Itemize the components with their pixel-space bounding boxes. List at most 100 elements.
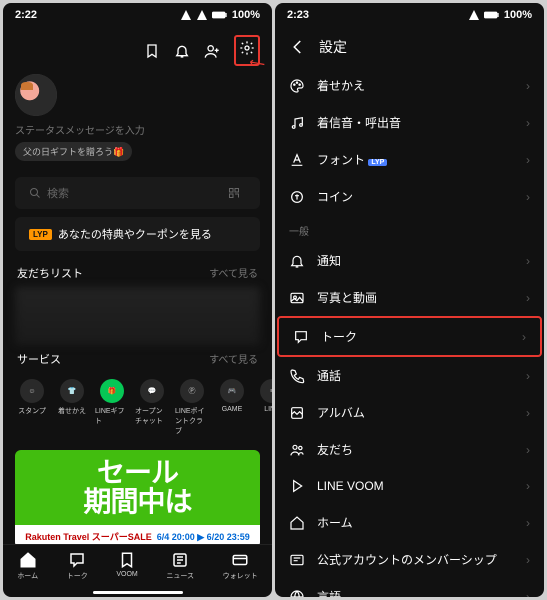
home-icon xyxy=(289,515,305,531)
service-label: オープンチャット xyxy=(135,406,169,426)
home-indicator[interactable] xyxy=(93,591,183,594)
setting-着せかえ[interactable]: 着せかえ › xyxy=(275,67,544,104)
service-3[interactable]: 💬オープンチャット xyxy=(135,379,169,436)
nav-icon xyxy=(19,551,37,569)
setting-label: ホーム xyxy=(317,514,514,531)
setting-ホーム[interactable]: ホーム › xyxy=(275,504,544,541)
setting-友だち[interactable]: 友だち › xyxy=(275,431,544,468)
phone-icon xyxy=(289,368,305,384)
setting-写真と動画[interactable]: 写真と動画 › xyxy=(275,279,544,316)
service-4[interactable]: ⓅLINEポイントクラブ xyxy=(175,379,209,436)
setting-label: コイン xyxy=(317,188,514,205)
settings-group-general: 通知 ›写真と動画 ›トーク ›通話 ›アルバム ›友だち ›LINE VOOM… xyxy=(275,242,544,597)
status-icons: 100% xyxy=(180,9,260,21)
bookmark-icon[interactable] xyxy=(144,43,160,59)
nav-ウォレット[interactable]: ウォレット xyxy=(223,551,258,581)
services-title: サービス xyxy=(17,351,61,367)
setting-label: 着信音・呼出音 xyxy=(317,114,514,131)
nav-ホーム[interactable]: ホーム xyxy=(17,551,38,581)
status-bar: 2:22 100% xyxy=(3,3,272,27)
wifi-icon xyxy=(196,9,208,21)
status-bar: 2:23 100% xyxy=(275,3,544,27)
avatar[interactable] xyxy=(15,74,57,116)
lyp-banner[interactable]: LYP あなたの特典やクーポンを見る xyxy=(15,217,260,251)
lyp-badge: LYP xyxy=(29,229,52,240)
chevron-right-icon: › xyxy=(526,479,530,493)
service-6[interactable]: ≡LINE xyxy=(255,379,272,436)
status-message-input[interactable]: ステータスメッセージを入力 xyxy=(15,122,260,137)
nav-ニュース[interactable]: ニュース xyxy=(166,551,194,581)
qr-icon[interactable] xyxy=(228,187,240,199)
search-bar[interactable]: 検索 xyxy=(15,177,260,209)
setting-公式アカウントのメンバーシップ[interactable]: 公式アカウントのメンバーシップ › xyxy=(275,541,544,578)
cell-icon xyxy=(468,9,480,21)
friends-see-all[interactable]: すべて見る xyxy=(209,265,258,281)
service-label: GAME xyxy=(222,406,243,413)
nav-label: ウォレット xyxy=(223,571,258,581)
nav-トーク[interactable]: トーク xyxy=(67,551,88,581)
nav-VOOM[interactable]: VOOM xyxy=(116,551,137,581)
bell-icon[interactable] xyxy=(174,43,190,59)
search-placeholder: 検索 xyxy=(47,185,228,201)
setting-label: 写真と動画 xyxy=(317,289,514,306)
phone-right-settings: 2:23 100% 設定 着せかえ ›着信音・呼出音 ›フォント LYP ›コイ… xyxy=(275,3,544,597)
chevron-right-icon: › xyxy=(526,116,530,130)
add-friend-icon[interactable] xyxy=(204,43,220,59)
service-5[interactable]: 🎮GAME xyxy=(215,379,249,436)
chevron-right-icon: › xyxy=(526,153,530,167)
services-see-all[interactable]: すべて見る xyxy=(209,351,258,367)
battery-pct: 100% xyxy=(232,9,260,21)
setting-言語[interactable]: 言語 › xyxy=(275,578,544,597)
setting-label: 通話 xyxy=(317,367,514,384)
service-icon: ☺ xyxy=(20,379,44,403)
nav-icon xyxy=(68,551,86,569)
back-icon[interactable] xyxy=(289,38,307,56)
bell-icon xyxy=(289,253,305,269)
setting-アルバム[interactable]: アルバム › xyxy=(275,394,544,431)
setting-LINE VOOM[interactable]: LINE VOOM › xyxy=(275,468,544,504)
settings-section-label: 一般 xyxy=(275,215,544,242)
nav-icon xyxy=(118,551,136,569)
setting-label: LINE VOOM xyxy=(317,479,514,493)
setting-通話[interactable]: 通話 › xyxy=(275,357,544,394)
service-1[interactable]: 👕着せかえ xyxy=(55,379,89,436)
bottom-nav: ホーム トーク VOOM ニュース ウォレット xyxy=(3,544,272,587)
settings-header: 設定 xyxy=(275,27,544,67)
gift-chip[interactable]: 父の日ギフトを贈ろう🎁 xyxy=(15,142,132,161)
phone-left-home: 2:22 100% ステータスメッセージを入力 父の日ギフトを贈ろう🎁 検索 xyxy=(3,3,272,597)
service-2[interactable]: 🎁LINEギフト xyxy=(95,379,129,436)
chevron-right-icon: › xyxy=(526,79,530,93)
service-0[interactable]: ☺ スタンプ xyxy=(15,379,49,436)
lyp-badge: LYP xyxy=(368,159,387,166)
settings-button-highlighted[interactable] xyxy=(234,35,260,66)
setting-label: 言語 xyxy=(317,588,514,597)
battery-icon xyxy=(484,10,500,20)
banner-footer: Rakuten Travel スーパーSALE 6/4 20:00 ▶ 6/20… xyxy=(15,525,260,544)
settings-title: 設定 xyxy=(319,37,347,57)
music-icon xyxy=(289,115,305,131)
coin-icon xyxy=(289,189,305,205)
status-icons: 100% xyxy=(468,9,532,21)
setting-label: 着せかえ xyxy=(317,77,514,94)
chevron-right-icon: › xyxy=(526,590,530,598)
setting-通知[interactable]: 通知 › xyxy=(275,242,544,279)
chevron-right-icon: › xyxy=(526,406,530,420)
ad-banner[interactable]: セール 期間中は Rakuten Travel スーパーSALE 6/4 20:… xyxy=(15,450,260,544)
setting-着信音・呼出音[interactable]: 着信音・呼出音 › xyxy=(275,104,544,141)
chevron-right-icon: › xyxy=(526,516,530,530)
setting-label: トーク xyxy=(321,328,510,345)
setting-トーク[interactable]: トーク › xyxy=(277,316,542,357)
setting-コイン[interactable]: コイン › xyxy=(275,178,544,215)
setting-フォント[interactable]: フォント LYP › xyxy=(275,141,544,178)
service-label: スタンプ xyxy=(18,406,46,416)
nav-icon xyxy=(231,551,249,569)
chat-icon xyxy=(293,329,309,345)
nav-label: ニュース xyxy=(166,571,194,581)
voom-icon xyxy=(289,478,305,494)
search-icon xyxy=(29,187,41,199)
clock: 2:22 xyxy=(15,9,37,21)
lang-icon xyxy=(289,589,305,598)
service-label: 着せかえ xyxy=(58,406,86,416)
cell-icon xyxy=(180,9,192,21)
friends-header: 友だちリスト すべて見る xyxy=(3,261,272,285)
